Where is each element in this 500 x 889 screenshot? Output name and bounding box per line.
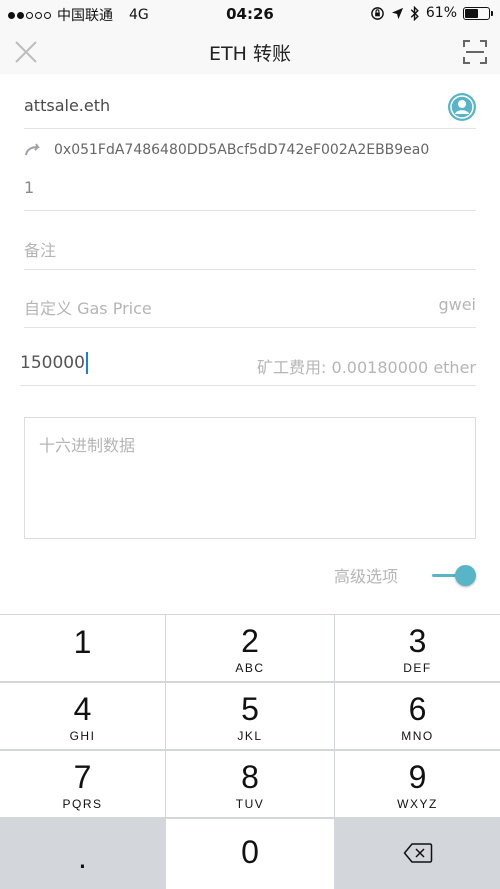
- key-7[interactable]: 7 PQRS: [0, 751, 165, 817]
- gas-price-input[interactable]: 自定义 Gas Price: [24, 295, 152, 319]
- key-2-letters: ABC: [235, 661, 265, 675]
- key-1-number: 1: [73, 624, 92, 660]
- key-decimal-symbol: .: [78, 839, 87, 875]
- status-bar: 中国联通 4G 04:26 61%: [0, 0, 500, 28]
- key-2-number: 2: [241, 623, 259, 659]
- resolved-address-line: 0x051FdA7486480DD5ABcf5dD742eF002A2EBB9e…: [24, 140, 429, 160]
- gas-price-unit: gwei: [438, 295, 476, 314]
- key-8[interactable]: 8 TUV: [166, 751, 334, 817]
- key-7-letters: PQRS: [62, 797, 103, 811]
- contact-book-button[interactable]: [448, 93, 476, 121]
- key-4[interactable]: 4 GHI: [0, 683, 165, 749]
- key-1[interactable]: 1: [0, 615, 165, 681]
- key-8-letters: TUV: [235, 797, 265, 811]
- contact-icon: [450, 95, 474, 119]
- key-3-number: 3: [408, 623, 427, 659]
- key-4-number: 4: [73, 691, 92, 727]
- nav-bar: ETH 转账: [0, 28, 500, 74]
- miner-fee-label: 矿工费用: 0.00180000 ether: [257, 358, 476, 377]
- text-cursor: [85, 352, 88, 374]
- key-4-letters: GHI: [69, 729, 96, 743]
- key-decimal[interactable]: .: [0, 819, 165, 889]
- memo-input[interactable]: 备注: [24, 237, 56, 261]
- hex-data-placeholder: 十六进制数据: [39, 436, 136, 455]
- key-8-number: 8: [241, 759, 259, 795]
- gas-limit-row[interactable]: 150000 矿工费用: 0.00180000 ether: [20, 346, 476, 386]
- recipient-input[interactable]: attsale.eth: [24, 96, 110, 115]
- key-5-letters: JKL: [237, 729, 263, 743]
- forward-arrow-icon: [25, 143, 40, 156]
- battery-percent: 61%: [425, 5, 457, 21]
- amount-row[interactable]: 1: [24, 168, 476, 211]
- orientation-lock-icon: [371, 6, 384, 20]
- backspace-icon: [403, 843, 432, 863]
- memo-row[interactable]: 备注: [24, 228, 476, 270]
- key-3-letters: DEF: [403, 661, 432, 675]
- numeric-keypad: 1 2 ABC 3 DEF 4 GHI 5 JKL 6 MNO 7 PQRS 8…: [0, 614, 500, 889]
- key-9-number: 9: [408, 759, 427, 795]
- key-0[interactable]: 0: [166, 819, 334, 889]
- key-6-number: 6: [408, 691, 427, 727]
- key-9-letters: WXYZ: [397, 797, 438, 811]
- key-7-number: 7: [73, 759, 92, 795]
- scan-qr-icon[interactable]: [462, 39, 488, 65]
- key-6[interactable]: 6 MNO: [335, 683, 500, 749]
- page-title: ETH 转账: [209, 43, 291, 65]
- recipient-row[interactable]: attsale.eth: [24, 86, 476, 129]
- toggle-knob: [455, 565, 476, 586]
- amount-input[interactable]: 1: [24, 178, 34, 197]
- advanced-options-toggle[interactable]: [428, 565, 476, 587]
- resolved-address: 0x051FdA7486480DD5ABcf5dD742eF002A2EBB9e…: [54, 142, 430, 158]
- gas-limit-input[interactable]: 150000: [20, 352, 88, 374]
- location-arrow-icon: [391, 7, 403, 19]
- gas-limit-value: 150000: [20, 353, 85, 373]
- key-backspace[interactable]: [335, 819, 500, 889]
- key-0-number: 0: [241, 834, 259, 870]
- bluetooth-icon: [410, 5, 419, 21]
- hex-data-textarea[interactable]: 十六进制数据: [24, 417, 476, 539]
- key-5[interactable]: 5 JKL: [166, 683, 334, 749]
- key-3[interactable]: 3 DEF: [335, 615, 500, 681]
- key-9[interactable]: 9 WXYZ: [335, 751, 500, 817]
- battery-icon: [463, 6, 493, 20]
- advanced-options-label: 高级选项: [333, 567, 398, 586]
- status-right: 61%: [370, 5, 493, 21]
- key-5-number: 5: [241, 691, 259, 727]
- key-2[interactable]: 2 ABC: [166, 615, 334, 681]
- gas-price-row[interactable]: 自定义 Gas Price gwei: [24, 286, 476, 328]
- key-6-letters: MNO: [401, 729, 434, 743]
